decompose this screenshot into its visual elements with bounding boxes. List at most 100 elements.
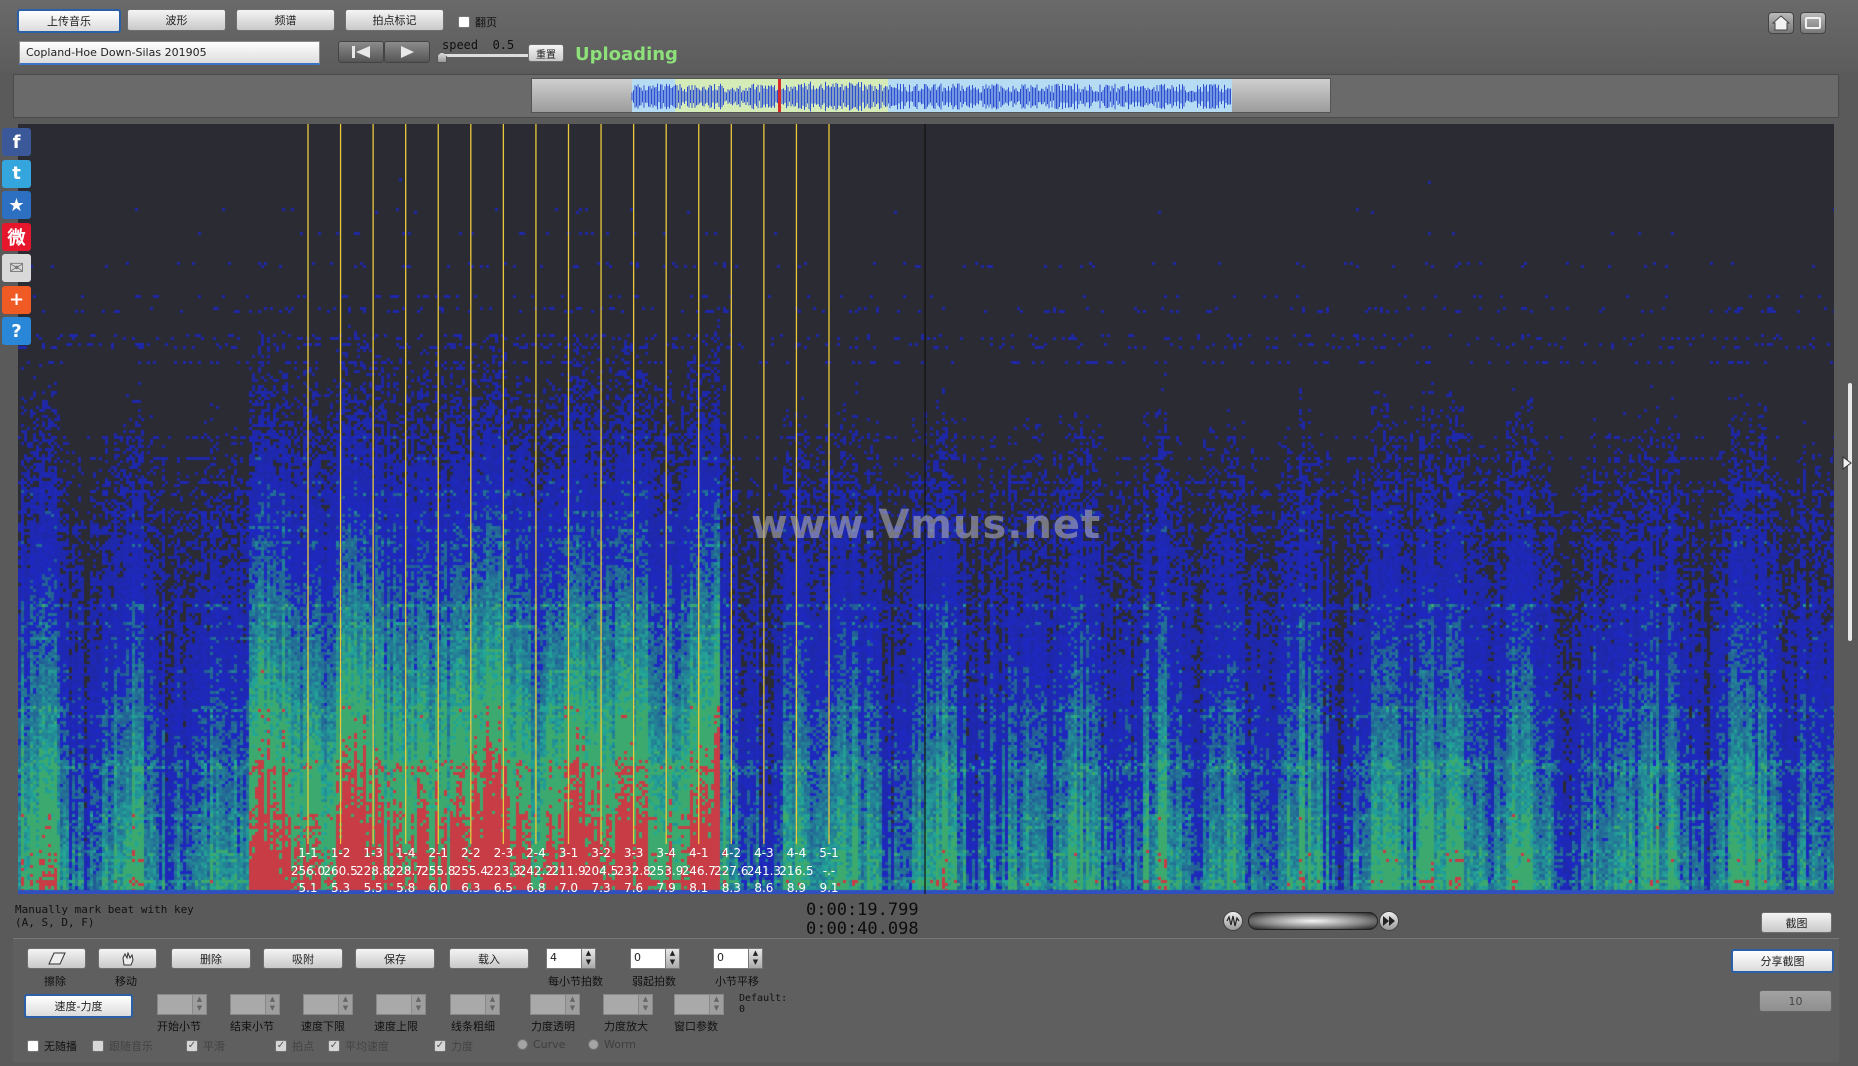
hint-line-2: (A, S, D, F) <box>15 916 95 929</box>
add-share-icon[interactable]: + <box>2 285 31 314</box>
play-icon <box>401 46 414 58</box>
end-bar-value[interactable] <box>230 994 266 1015</box>
zoom-slider[interactable] <box>1248 912 1378 930</box>
twitter-icon[interactable]: t <box>2 159 31 188</box>
worm-radio[interactable]: Worm <box>588 1038 636 1051</box>
check-mark-icon[interactable]: ✓ <box>186 1040 198 1052</box>
stepper-arrows-icon[interactable]: ▲ ▼ <box>193 994 207 1015</box>
curve-radio[interactable]: Curve <box>517 1038 565 1051</box>
zoom-in-button[interactable] <box>1379 911 1399 931</box>
stepper-arrows-icon[interactable]: ▲ ▼ <box>486 994 500 1015</box>
stepper-arrows-icon[interactable]: ▲ ▼ <box>639 994 653 1015</box>
window-button[interactable] <box>1800 12 1826 34</box>
bar-offset-value[interactable]: 0 <box>713 948 749 969</box>
spectrogram-view[interactable]: 1-1 256.0 5.1 1-2 260.5 5.3 1-3 228.8 5.5 1-4 228.… <box>18 124 1834 894</box>
facebook-icon[interactable]: f <box>2 128 31 156</box>
tempo-dynamics-mode-button[interactable]: 速度-力度 <box>24 994 133 1018</box>
end-bar-stepper[interactable]: ▲ ▼ <box>230 994 280 1015</box>
stepper-arrows-icon[interactable]: ▲ ▼ <box>339 994 353 1015</box>
weibo-icon[interactable]: 微 <box>2 222 31 251</box>
line-width-stepper[interactable]: ▲ ▼ <box>450 994 500 1015</box>
email-icon[interactable]: ✉ <box>2 254 31 282</box>
check-mark-icon[interactable]: ✓ <box>434 1040 446 1052</box>
side-action-button[interactable]: 10 <box>1759 990 1832 1012</box>
dynamics-opacity-stepper[interactable]: ▲ ▼ <box>530 994 580 1015</box>
stepper-arrows-icon[interactable]: ▲ ▼ <box>566 994 580 1015</box>
window-param-stepper[interactable]: ▲ ▼ <box>674 994 724 1015</box>
reset-button[interactable]: 重置 <box>528 44 564 62</box>
total-time: 0:00:40.098 <box>806 919 919 939</box>
window-param-value[interactable] <box>674 994 710 1015</box>
play-button[interactable] <box>384 41 430 63</box>
dynamics-zoom-value[interactable] <box>603 994 639 1015</box>
load-button[interactable]: 载入 <box>449 948 529 969</box>
no-follow-label: 无随播 <box>44 1040 77 1053</box>
beats-per-bar-stepper[interactable]: 4 ▲ ▼ <box>546 948 596 969</box>
flip-page-checkbox[interactable]: 翻页 <box>458 14 497 30</box>
smooth-checkbox[interactable]: ✓ 平滑 <box>186 1038 225 1054</box>
pickup-beats-stepper[interactable]: 0 ▲ ▼ <box>630 948 680 969</box>
tempo-max-value[interactable] <box>376 994 412 1015</box>
tempo-min-value[interactable] <box>303 994 339 1015</box>
song-title-field[interactable]: Copland-Hoe Down-Silas 201905 <box>19 41 320 65</box>
screenshot-button[interactable]: 截图 <box>1761 912 1832 933</box>
tempo-min-stepper[interactable]: ▲ ▼ <box>303 994 353 1015</box>
overview-waveform[interactable] <box>531 78 1331 113</box>
erase-button[interactable] <box>27 948 86 969</box>
beats-per-bar-label: 每小节拍数 <box>548 975 603 988</box>
delete-button[interactable]: 删除 <box>171 948 251 969</box>
waveform-button[interactable]: 波形 <box>127 9 226 31</box>
zoom-control[interactable] <box>1223 910 1401 932</box>
start-bar-stepper[interactable]: ▲ ▼ <box>157 994 207 1015</box>
stepper-arrows-icon[interactable]: ▲ ▼ <box>412 994 426 1015</box>
beat-mark-button[interactable]: 拍点标记 <box>345 9 444 31</box>
line-width-label: 线条粗细 <box>451 1020 495 1033</box>
window-icon <box>1805 17 1821 29</box>
radio-dot[interactable] <box>517 1039 528 1050</box>
check-mark-icon[interactable]: ✓ <box>328 1040 340 1052</box>
stepper-arrows-icon[interactable]: ▲ ▼ <box>266 994 280 1015</box>
avg-tempo-checkbox[interactable]: ✓ 平均速度 <box>328 1038 389 1054</box>
zoom-out-button[interactable] <box>1223 911 1243 931</box>
checkbox-box[interactable] <box>458 16 470 28</box>
spectrum-button[interactable]: 频谱 <box>236 9 335 31</box>
line-width-value[interactable] <box>450 994 486 1015</box>
overview-playhead[interactable] <box>778 79 781 113</box>
waveform-zoom-icon <box>1226 915 1240 927</box>
move-button[interactable] <box>98 948 157 969</box>
help-icon[interactable]: ? <box>2 317 31 345</box>
home-button[interactable] <box>1768 12 1794 34</box>
stepper-arrows-icon[interactable]: ▲ ▼ <box>582 948 596 969</box>
snap-button[interactable]: 吸附 <box>263 948 343 969</box>
erase-label: 擦除 <box>44 975 66 988</box>
bar-offset-stepper[interactable]: 0 ▲ ▼ <box>713 948 763 969</box>
vertical-scrollbar[interactable] <box>1848 383 1852 641</box>
dynamics-checkbox[interactable]: ✓ 力度 <box>434 1038 473 1054</box>
stepper-arrows-icon[interactable]: ▲ ▼ <box>710 994 724 1015</box>
check-mark-icon[interactable]: ✓ <box>275 1040 287 1052</box>
checkbox-box[interactable] <box>27 1040 39 1052</box>
no-follow-checkbox[interactable]: 无随播 <box>27 1038 77 1054</box>
tempo-max-stepper[interactable]: ▲ ▼ <box>376 994 426 1015</box>
start-bar-value[interactable] <box>157 994 193 1015</box>
save-button[interactable]: 保存 <box>355 948 435 969</box>
beat-checkbox[interactable]: ✓ 拍点 <box>275 1038 314 1054</box>
expand-arrow-icon[interactable] <box>1841 456 1853 470</box>
dynamics-zoom-stepper[interactable]: ▲ ▼ <box>603 994 653 1015</box>
share-screenshot-button[interactable]: 分享截图 <box>1731 949 1834 973</box>
dynamics-opacity-value[interactable] <box>530 994 566 1015</box>
favorite-star-icon[interactable]: ★ <box>2 191 31 219</box>
beats-per-bar-value[interactable]: 4 <box>546 948 582 969</box>
home-icon <box>1772 15 1790 31</box>
stepper-arrows-icon[interactable]: ▲ ▼ <box>666 948 680 969</box>
pickup-beats-value[interactable]: 0 <box>630 948 666 969</box>
rewind-button[interactable] <box>338 41 384 63</box>
upload-music-button[interactable]: 上传音乐 <box>17 9 121 33</box>
avg-tempo-label: 平均速度 <box>345 1040 389 1053</box>
default-label: Default: <box>739 993 788 1004</box>
eraser-icon <box>47 952 66 965</box>
stepper-arrows-icon[interactable]: ▲ ▼ <box>749 948 763 969</box>
checkbox-box[interactable] <box>92 1040 104 1052</box>
radio-dot[interactable] <box>588 1039 599 1050</box>
follow-music-checkbox[interactable]: 跟随音乐 <box>92 1038 153 1054</box>
